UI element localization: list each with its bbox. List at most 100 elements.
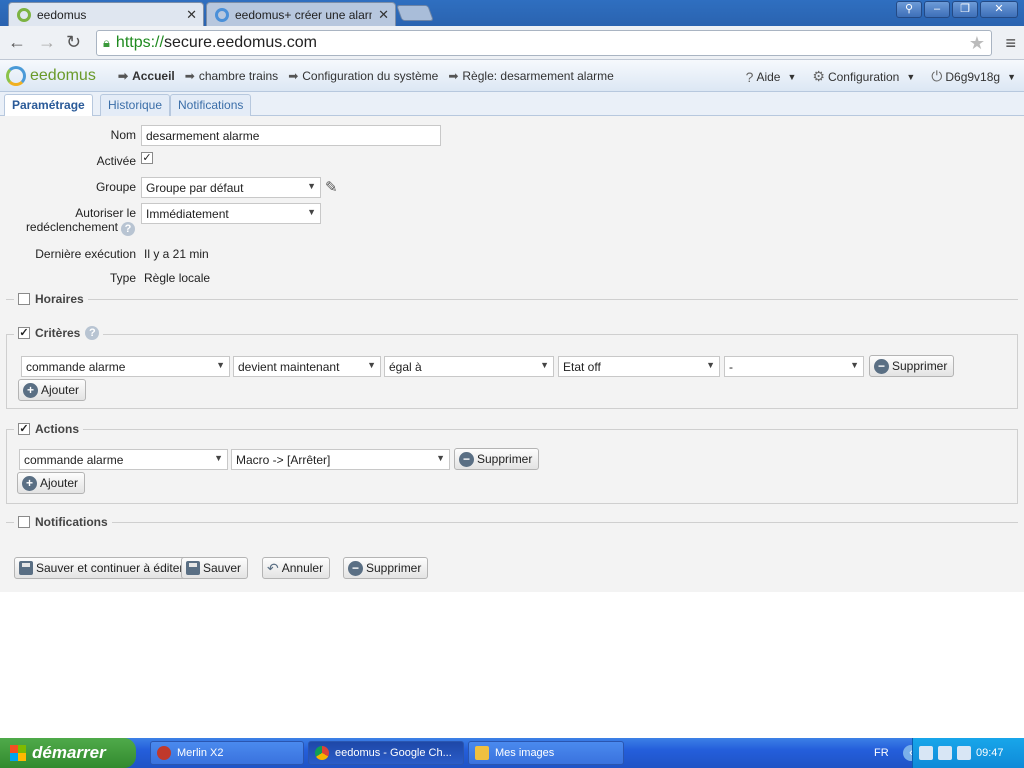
- eedomus-logo[interactable]: eedomus: [6, 66, 96, 86]
- forward-icon[interactable]: →: [38, 32, 56, 53]
- activee-checkbox[interactable]: ✓: [141, 152, 153, 164]
- button-label: Ajouter: [41, 383, 80, 397]
- language-indicator[interactable]: FR: [874, 747, 889, 759]
- taskbar-item-images[interactable]: Mes images: [468, 741, 624, 765]
- groupe-label: Groupe: [95, 180, 136, 194]
- breadcrumb-item-room[interactable]: ➡ chambre trains: [185, 69, 278, 83]
- arrow-right-icon: ➡: [118, 69, 129, 83]
- edit-pencil-icon[interactable]: ✎: [325, 178, 338, 196]
- menu-icon[interactable]: ≡: [1005, 33, 1016, 54]
- lock-icon: 🔒︎: [103, 35, 110, 50]
- caret-down-icon: ▼: [906, 71, 916, 82]
- actions-delete-button[interactable]: − Supprimer: [454, 448, 540, 470]
- form-area: Nom desarmement alarme Activée ✓ Groupe …: [0, 116, 1024, 592]
- header-menu: ? Aide ▼ ⚙ Configuration ▼ ⏻ D6g9v18g ▼: [746, 68, 1016, 85]
- button-label: Sauver: [203, 561, 242, 575]
- window-controls: ⚲ – ❐ ✕: [896, 1, 1018, 18]
- notifications-divider: [6, 522, 1018, 523]
- minimize-icon[interactable]: –: [924, 1, 950, 18]
- criteres-trigger-select[interactable]: devient maintenant ▼: [233, 356, 381, 377]
- caret-down-icon: ▼: [1007, 71, 1016, 82]
- groupe-select-value: Groupe par défaut: [146, 181, 244, 195]
- browser-tab-label: eedomus: [37, 7, 87, 22]
- close-tab-icon[interactable]: ✕: [378, 7, 389, 23]
- restore-icon[interactable]: ❐: [952, 1, 978, 18]
- arrow-right-icon: ➡: [184, 69, 195, 83]
- chevron-down-icon: ▼: [216, 360, 225, 370]
- criteres-legend[interactable]: ✓ Critères ?: [14, 326, 104, 340]
- actions-device-select[interactable]: commande alarme ▼: [19, 449, 228, 470]
- type-value: Règle locale: [144, 271, 211, 285]
- caret-down-icon: ▼: [787, 71, 797, 82]
- delete-rule-button[interactable]: − Supprimer: [343, 557, 429, 579]
- address-bar[interactable]: 🔒︎ https://secure.eedomus.com ★: [96, 30, 992, 56]
- close-tab-icon[interactable]: ✕: [186, 7, 197, 23]
- notifications-checkbox[interactable]: [18, 516, 30, 528]
- criteres-add-button[interactable]: + Ajouter: [18, 379, 87, 401]
- criteres-checkbox[interactable]: ✓: [18, 327, 30, 339]
- nom-input[interactable]: desarmement alarme: [141, 125, 441, 146]
- actions-legend[interactable]: ✓ Actions: [14, 422, 84, 436]
- user-menu[interactable]: ⏻ D6g9v18g ▼: [931, 68, 1016, 85]
- network-icon[interactable]: [919, 746, 933, 760]
- cancel-button[interactable]: ↶ Annuler: [262, 557, 331, 579]
- breadcrumb: ➡ Accueil ➡ chambre trains ➡ Configuration …: [118, 69, 614, 83]
- actions-label: Actions: [35, 422, 80, 436]
- floppy-disk-icon: [186, 561, 200, 575]
- help-icon[interactable]: ?: [85, 326, 100, 340]
- criteres-delete-button[interactable]: − Supprimer: [869, 355, 955, 377]
- criteres-operator-select[interactable]: égal à ▼: [384, 356, 554, 377]
- actions-checkbox[interactable]: ✓: [18, 423, 30, 435]
- criteres-extra-select[interactable]: - ▼: [724, 356, 864, 377]
- minus-circle-icon: −: [459, 451, 474, 467]
- help-menu[interactable]: ? Aide ▼: [746, 68, 797, 85]
- browser-tab-alarm[interactable]: eedomus+ créer une alarme ✕: [206, 2, 396, 26]
- eedomus-favicon-icon: [17, 7, 31, 22]
- back-icon[interactable]: ←: [8, 32, 26, 53]
- task-label: Merlin X2: [177, 747, 224, 759]
- button-label: Supprimer: [366, 561, 422, 575]
- bookmark-star-icon[interactable]: ★: [969, 33, 985, 54]
- browser-tab-eedomus[interactable]: eedomus ✕: [8, 2, 204, 26]
- breadcrumb-item-rule[interactable]: ➡ Règle: desarmement alarme: [448, 69, 613, 83]
- chrome-app-icon: [315, 746, 329, 760]
- select-value: devient maintenant: [238, 360, 340, 374]
- clock[interactable]: 09:47: [976, 747, 1004, 759]
- tab-parametrage[interactable]: Paramétrage: [4, 94, 93, 117]
- criteres-value-select[interactable]: Etat off ▼: [558, 356, 720, 377]
- tab-notifications[interactable]: Notifications: [170, 94, 252, 116]
- button-label: Sauver et continuer à éditer: [36, 561, 184, 575]
- criteres-device-select[interactable]: commande alarme ▼: [21, 356, 230, 377]
- power-icon: ⏻: [931, 68, 943, 84]
- taskbar-item-merlin[interactable]: Merlin X2: [150, 741, 304, 765]
- autoriser-select[interactable]: Immédiatement ▼: [141, 203, 321, 224]
- start-button[interactable]: démarrer: [0, 738, 136, 768]
- horaires-divider: [6, 299, 1018, 300]
- horaires-checkbox[interactable]: [18, 293, 30, 305]
- button-label: Annuler: [281, 561, 324, 575]
- start-label: démarrer: [32, 743, 106, 762]
- horaires-legend[interactable]: Horaires: [14, 292, 88, 306]
- monitor-icon[interactable]: [938, 746, 952, 760]
- save-button[interactable]: Sauver: [181, 557, 249, 579]
- gear-icon: ⚙: [812, 68, 825, 84]
- tab-historique[interactable]: Historique: [100, 94, 171, 116]
- reload-icon[interactable]: ↻: [66, 32, 81, 53]
- person-icon[interactable]: ⚲: [896, 1, 922, 18]
- notifications-legend[interactable]: Notifications: [14, 515, 112, 529]
- breadcrumb-item-accueil[interactable]: ➡ Accueil: [118, 69, 175, 83]
- activee-label: Activée: [96, 154, 136, 168]
- actions-value-select[interactable]: Macro -> [Arrêter] ▼: [231, 449, 450, 470]
- configuration-menu[interactable]: ⚙ Configuration ▼: [812, 68, 915, 85]
- taskbar-item-chrome[interactable]: eedomus - Google Ch...: [308, 741, 464, 765]
- nom-label: Nom: [110, 128, 136, 142]
- help-icon[interactable]: ?: [121, 222, 135, 236]
- actions-add-button[interactable]: + Ajouter: [17, 472, 86, 494]
- volume-icon[interactable]: [957, 746, 971, 760]
- type-label: Type: [109, 271, 136, 285]
- save-continue-button[interactable]: Sauver et continuer à éditer: [14, 557, 191, 579]
- breadcrumb-item-config[interactable]: ➡ Configuration du système: [288, 69, 438, 83]
- groupe-select[interactable]: Groupe par défaut ▼: [141, 177, 321, 198]
- new-tab-button[interactable]: [396, 5, 434, 21]
- close-icon[interactable]: ✕: [980, 1, 1018, 18]
